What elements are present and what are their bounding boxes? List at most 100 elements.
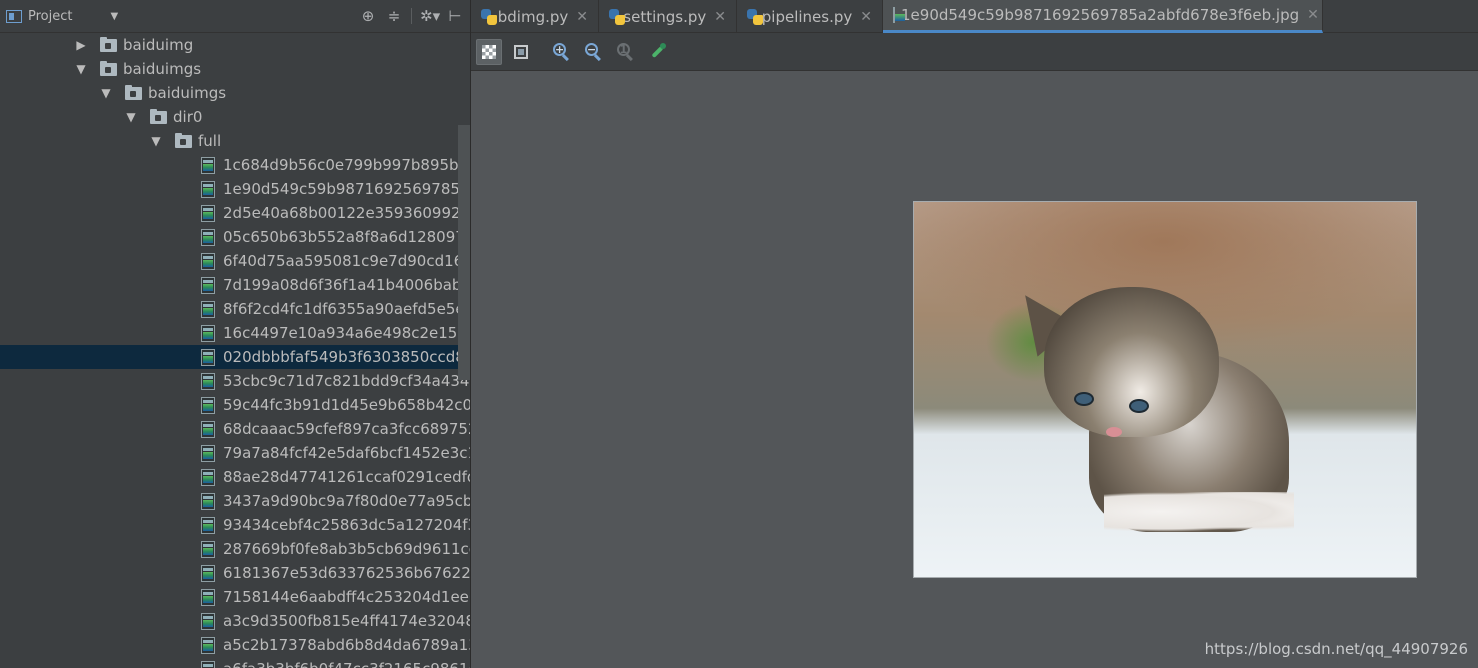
zoom-in-icon: + xyxy=(553,43,571,62)
tree-row-file[interactable]: 020dbbbfaf549b3f6303850ccd872 xyxy=(0,345,470,369)
tree-row-label: 16c4497e10a934a6e498c2e159f3 xyxy=(223,324,470,342)
image-file-icon xyxy=(201,421,215,438)
tree-row-label: 3437a9d90bc9a7f80d0e77a95cbd xyxy=(223,492,470,510)
image-file-icon xyxy=(201,589,215,606)
tree-row-file[interactable]: 6181367e53d633762536b676223 xyxy=(0,561,470,585)
tree-row-label: 68dcaaac59cfef897ca3fcc6897529 xyxy=(223,420,470,438)
tab-label: settings.py xyxy=(623,7,707,26)
zoom-in-button[interactable]: + xyxy=(549,39,575,65)
image-file-icon xyxy=(201,205,215,222)
tree-row-file[interactable]: 7158144e6aabdff4c253204d1ee63 xyxy=(0,585,470,609)
close-icon[interactable]: ✕ xyxy=(714,9,726,25)
collapse-icon[interactable]: ≑ xyxy=(385,7,403,25)
tree-row-file[interactable]: 1c684d9b56c0e799b997b895b37 xyxy=(0,153,470,177)
project-view-selector[interactable]: Project ▼ xyxy=(6,9,118,24)
tree-row-label: dir0 xyxy=(173,108,203,126)
folder-icon xyxy=(100,61,117,76)
image-file-icon xyxy=(201,493,215,510)
tree-row-file[interactable]: 93434cebf4c25863dc5a127204f36 xyxy=(0,513,470,537)
tree-row-file[interactable]: 8f6f2cd4fc1df6355a90aefd5e5ebc xyxy=(0,297,470,321)
tab-label: 1e90d549c59b9871692569785a2abfd678e3f6eb… xyxy=(901,6,1300,24)
tree-row-file[interactable]: 1e90d549c59b9871692569785a2a xyxy=(0,177,470,201)
actual-size-icon: 1 xyxy=(617,43,635,62)
tree-row-label: 7158144e6aabdff4c253204d1ee63 xyxy=(223,588,470,606)
tree-row-label: 6181367e53d633762536b676223 xyxy=(223,564,470,582)
tree-row-label: 8f6f2cd4fc1df6355a90aefd5e5ebc xyxy=(223,300,470,318)
actual-size-button[interactable]: 1 xyxy=(613,39,639,65)
project-panel: Project ▼ ⊕ ≑ ✲▾ ⊢ ▶ baiduimg ▼ baiduimg… xyxy=(0,0,470,668)
tree-row-label: a5c2b17378abd6b8d4da6789a13d xyxy=(223,636,470,654)
zoom-out-icon: − xyxy=(585,43,603,62)
tree-row-file[interactable]: 2d5e40a68b00122e359360992d5 xyxy=(0,201,470,225)
watermark: https://blog.csdn.net/qq_44907926 xyxy=(1204,640,1468,658)
chevron-down-icon[interactable]: ▼ xyxy=(150,129,162,153)
tree-row-file[interactable]: 6f40d75aa595081c9e7d90cd16d3 xyxy=(0,249,470,273)
project-panel-tools: ⊕ ≑ ✲▾ ⊢ xyxy=(359,7,464,25)
tree-row-file[interactable]: 79a7a84fcf42e5daf6bcf1452e3c14 xyxy=(0,441,470,465)
tree-row-file[interactable]: 287669bf0fe8ab3b5cb69d9611cc4 xyxy=(0,537,470,561)
tree-row-label: a6fa3b3bf6b0f47cc3f2165c9861c xyxy=(223,657,470,668)
globe-icon[interactable]: ⊕ xyxy=(359,7,377,25)
gear-icon[interactable]: ✲▾ xyxy=(420,7,440,25)
kitten-nose xyxy=(1106,427,1122,437)
color-picker-button[interactable] xyxy=(645,39,671,65)
image-file-icon xyxy=(201,397,215,414)
close-icon[interactable]: ✕ xyxy=(576,9,588,25)
chevron-down-icon[interactable]: ▼ xyxy=(75,57,87,81)
tree-row-folder[interactable]: ▼ baiduimgs xyxy=(0,81,470,105)
close-icon[interactable]: ✕ xyxy=(1307,7,1319,23)
chessboard-toggle-button[interactable] xyxy=(476,39,502,65)
tree-row-label: 7d199a08d6f36f1a41b4006babeb xyxy=(223,276,470,294)
image-file-icon xyxy=(201,277,215,294)
tree-row-file[interactable]: 53cbc9c71d7c821bdd9cf34a4345 xyxy=(0,369,470,393)
tree-scrollbar[interactable] xyxy=(458,125,470,380)
zoom-out-button[interactable]: − xyxy=(581,39,607,65)
kitten-eye xyxy=(1074,392,1094,406)
image-viewer-toolbar: + − 1 xyxy=(471,33,1478,71)
chevron-down-icon[interactable]: ▼ xyxy=(100,81,112,105)
tab-bdimg-py[interactable]: bdimg.py ✕ xyxy=(471,0,599,33)
image-file-icon xyxy=(201,661,215,668)
image-file-icon xyxy=(893,7,905,23)
tree-row-label: 53cbc9c71d7c821bdd9cf34a4345 xyxy=(223,372,470,390)
tree-row-file[interactable]: 7d199a08d6f36f1a41b4006babeb xyxy=(0,273,470,297)
close-icon[interactable]: ✕ xyxy=(860,9,872,25)
tree-row-file[interactable]: a6fa3b3bf6b0f47cc3f2165c9861c xyxy=(0,657,470,668)
tab-settings-py[interactable]: settings.py ✕ xyxy=(599,0,737,33)
image-file-icon xyxy=(201,373,215,390)
tree-row-file[interactable]: 68dcaaac59cfef897ca3fcc6897529 xyxy=(0,417,470,441)
project-icon xyxy=(6,10,22,23)
hide-icon[interactable]: ⊢ xyxy=(446,7,464,25)
tree-row-file[interactable]: 3437a9d90bc9a7f80d0e77a95cbd xyxy=(0,489,470,513)
tree-row-folder[interactable]: ▼ dir0 xyxy=(0,105,470,129)
kitten-eye xyxy=(1129,399,1149,413)
editor-tab-bar: bdimg.py ✕ settings.py ✕ pipelines.py ✕ … xyxy=(471,0,1478,33)
chevron-down-icon[interactable]: ▼ xyxy=(125,105,137,129)
tree-row-file[interactable]: a3c9d3500fb815e4ff4174e32048c xyxy=(0,609,470,633)
tree-row-file[interactable]: 88ae28d47741261ccaf0291cedfd4 xyxy=(0,465,470,489)
tree-row-label: a3c9d3500fb815e4ff4174e32048c xyxy=(223,612,470,630)
tree-row-label: full xyxy=(198,132,222,150)
chevron-right-icon[interactable]: ▶ xyxy=(75,33,87,57)
grid-icon xyxy=(514,45,528,59)
image-file-icon xyxy=(201,517,215,534)
tab-pipelines-py[interactable]: pipelines.py ✕ xyxy=(737,0,883,33)
image-file-icon xyxy=(201,613,215,630)
image-file-icon xyxy=(201,301,215,318)
tree-row-file[interactable]: 16c4497e10a934a6e498c2e159f3 xyxy=(0,321,470,345)
tree-row-folder[interactable]: ▶ baiduimg xyxy=(0,33,470,57)
image-file-icon xyxy=(201,181,215,198)
tree-row-file[interactable]: a5c2b17378abd6b8d4da6789a13d xyxy=(0,633,470,657)
chevron-down-icon[interactable]: ▼ xyxy=(110,11,118,22)
tree-row-file[interactable]: 05c650b63b552a8f8a6d128097a2 xyxy=(0,225,470,249)
tree-row-folder[interactable]: ▼ full xyxy=(0,129,470,153)
tab-image-jpg[interactable]: 1e90d549c59b9871692569785a2abfd678e3f6eb… xyxy=(883,0,1323,33)
tree-row-folder[interactable]: ▼ baiduimgs xyxy=(0,57,470,81)
toolbar-separator xyxy=(411,8,412,24)
grid-toggle-button[interactable] xyxy=(508,39,534,65)
chessboard-icon xyxy=(482,45,496,59)
tree-row-label: 020dbbbfaf549b3f6303850ccd872 xyxy=(223,348,470,366)
tree-row-file[interactable]: 59c44fc3b91d1d45e9b658b42c08 xyxy=(0,393,470,417)
image-file-icon xyxy=(201,565,215,582)
python-file-icon xyxy=(747,8,763,25)
